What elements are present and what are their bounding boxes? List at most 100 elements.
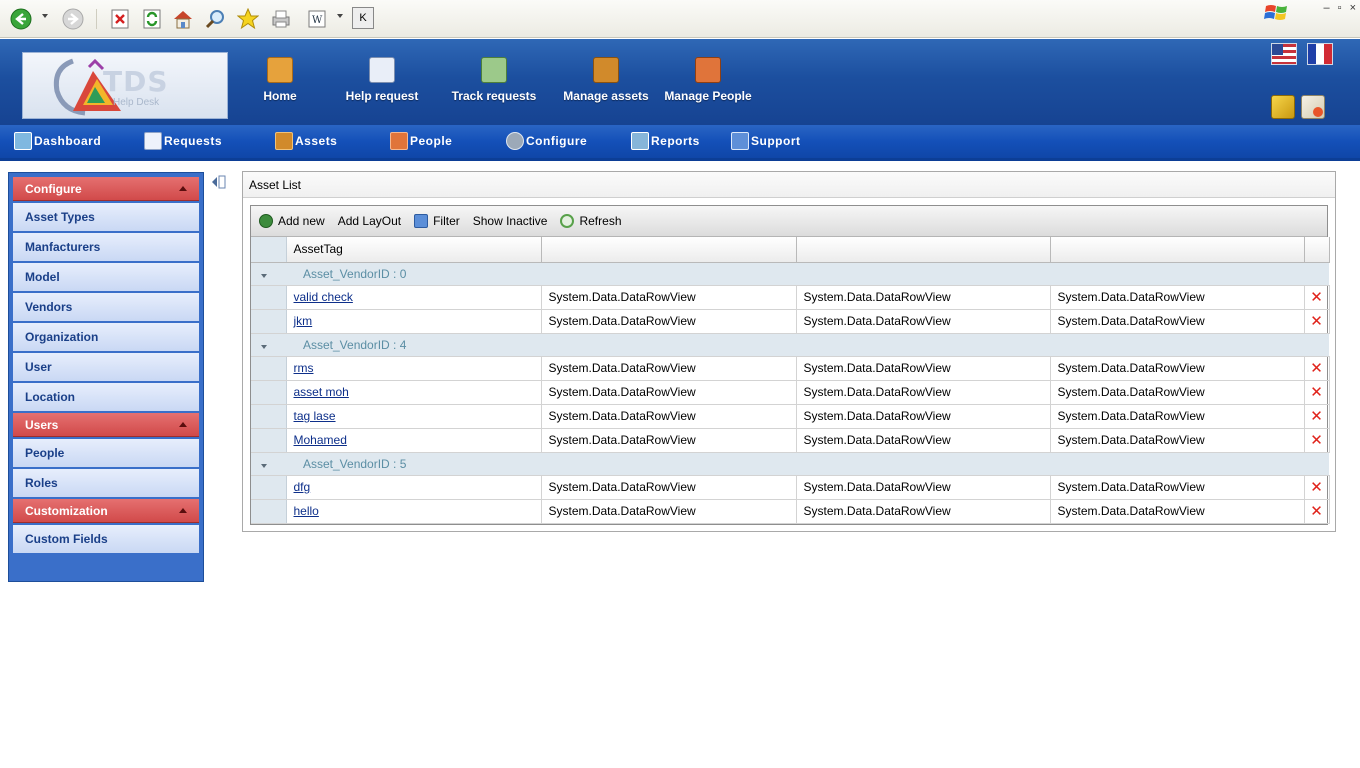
header-help-request[interactable]: Help request (343, 57, 421, 103)
delete-icon[interactable]: ✕ (1304, 499, 1330, 524)
header-track-requests[interactable]: Track requests (450, 57, 538, 103)
close-button[interactable]: × (1350, 2, 1356, 14)
group-row[interactable]: Asset_VendorID : 5 (251, 452, 1329, 476)
filter-button[interactable]: Filter (414, 214, 460, 228)
table-row[interactable]: tag lase System.Data.DataRowView System.… (251, 404, 1330, 429)
nav-dashboard[interactable]: Dashboard (14, 132, 101, 150)
sidebar-item-organization[interactable]: Organization (13, 323, 199, 353)
asset-tag-link[interactable]: hello (294, 504, 319, 518)
asset-tag-link[interactable]: Mohamed (294, 433, 347, 447)
logo-subtitle: Help Desk (113, 97, 160, 108)
favorites-icon[interactable] (236, 7, 260, 31)
show-inactive-button[interactable]: Show Inactive (473, 214, 548, 228)
back-icon[interactable] (9, 7, 33, 31)
nav-requests[interactable]: Requests (144, 132, 222, 150)
delete-icon[interactable]: ✕ (1304, 309, 1330, 334)
asset-tag-cell: jkm (286, 309, 542, 334)
add-new-button[interactable]: Add new (259, 214, 325, 228)
sidebar-item-custom-fields[interactable]: Custom Fields (13, 525, 199, 555)
nav-people[interactable]: People (390, 132, 452, 150)
sidebar-item-vendors[interactable]: Vendors (13, 293, 199, 323)
print-icon[interactable] (269, 7, 293, 31)
asset-tag-link[interactable]: rms (294, 361, 314, 375)
header-manage-people[interactable]: Manage People (664, 57, 752, 103)
french-flag-icon[interactable] (1307, 43, 1333, 65)
asset-tag-cell: Mohamed (286, 428, 542, 453)
restore-button[interactable]: ▫ (1338, 2, 1342, 14)
table-cell: System.Data.DataRowView (1050, 499, 1305, 524)
group-label: Asset_VendorID : 4 (286, 333, 1329, 357)
group-row[interactable]: Asset_VendorID : 0 (251, 262, 1329, 286)
asset-tag-link[interactable]: valid check (294, 290, 353, 304)
group-expand-toggle[interactable] (251, 452, 286, 476)
sidebar-item-manufacturers[interactable]: Manfacturers (13, 233, 199, 263)
column-header-2[interactable] (541, 237, 797, 263)
group-expand-toggle[interactable] (251, 262, 286, 286)
delete-icon[interactable]: ✕ (1304, 428, 1330, 453)
group-expand-toggle[interactable] (251, 333, 286, 357)
header-manage-assets[interactable]: Manage assets (562, 57, 650, 103)
header-home[interactable]: Home (262, 57, 298, 103)
app-logo[interactable]: TDS Help Desk (22, 52, 228, 119)
group-label: Asset_VendorID : 0 (286, 262, 1329, 286)
sidebar-section-customization[interactable]: Customization (13, 499, 199, 523)
sidebar-item-asset-types[interactable]: Asset Types (13, 203, 199, 233)
edit-dropdown-icon[interactable] (337, 14, 343, 18)
delete-icon[interactable]: ✕ (1304, 380, 1330, 405)
asset-tag-link[interactable]: asset moh (294, 385, 349, 399)
column-header-4[interactable] (1050, 237, 1305, 263)
search-icon[interactable] (203, 7, 227, 31)
chevron-down-icon[interactable] (261, 463, 267, 468)
table-row[interactable]: jkm System.Data.DataRowView System.Data.… (251, 309, 1330, 334)
row-gutter (251, 285, 287, 310)
table-row[interactable]: valid check System.Data.DataRowView Syst… (251, 285, 1330, 310)
key-icon[interactable] (1271, 95, 1295, 119)
chevron-down-icon[interactable] (261, 344, 267, 349)
minimize-button[interactable]: – (1324, 2, 1330, 14)
delete-icon[interactable]: ✕ (1304, 404, 1330, 429)
chevron-down-icon[interactable] (261, 273, 267, 278)
sidebar-item-people[interactable]: People (13, 439, 199, 469)
sidebar-item-model[interactable]: Model (13, 263, 199, 293)
sidebar-item-location[interactable]: Location (13, 383, 199, 413)
collapse-sidebar-icon[interactable] (209, 174, 227, 190)
collapse-caret-icon[interactable] (179, 186, 187, 191)
back-dropdown-icon[interactable] (42, 14, 48, 18)
table-row[interactable]: hello System.Data.DataRowView System.Dat… (251, 499, 1330, 524)
stop-icon[interactable] (108, 7, 132, 31)
sidebar-item-user[interactable]: User (13, 353, 199, 383)
delete-icon[interactable]: ✕ (1304, 356, 1330, 381)
edit-icon[interactable]: W (305, 7, 329, 31)
asset-tag-link[interactable]: tag lase (294, 409, 336, 423)
delete-icon[interactable]: ✕ (1304, 475, 1330, 500)
sidebar-section-users[interactable]: Users (13, 413, 199, 437)
add-layout-button[interactable]: Add LayOut (338, 214, 401, 228)
nav-assets[interactable]: Assets (275, 132, 337, 150)
column-header-assettag[interactable]: AssetTag (286, 237, 542, 263)
sidebar-item-roles[interactable]: Roles (13, 469, 199, 499)
collapse-caret-icon[interactable] (179, 508, 187, 513)
k-icon[interactable]: K (352, 7, 374, 29)
nav-support[interactable]: Support (731, 132, 801, 150)
group-row[interactable]: Asset_VendorID : 4 (251, 333, 1329, 357)
home-icon[interactable] (171, 7, 195, 31)
sidebar-section-configure[interactable]: Configure (13, 177, 199, 201)
asset-tag-link[interactable]: jkm (294, 314, 313, 328)
column-header-3[interactable] (796, 237, 1051, 263)
forward-icon[interactable] (61, 7, 85, 31)
nav-configure[interactable]: Configure (506, 132, 587, 150)
table-row[interactable]: Mohamed System.Data.DataRowView System.D… (251, 428, 1330, 453)
delete-icon[interactable]: ✕ (1304, 285, 1330, 310)
collapse-caret-icon[interactable] (179, 422, 187, 427)
table-row[interactable]: asset moh System.Data.DataRowView System… (251, 380, 1330, 405)
nav-reports[interactable]: Reports (631, 132, 700, 150)
refresh-button[interactable]: Refresh (560, 214, 622, 228)
refresh-icon[interactable] (140, 7, 164, 31)
english-flag-icon[interactable] (1271, 43, 1297, 65)
table-row[interactable]: dfg System.Data.DataRowView System.Data.… (251, 475, 1330, 500)
asset-tag-link[interactable]: dfg (294, 480, 311, 494)
row-gutter (251, 404, 287, 429)
table-row[interactable]: rms System.Data.DataRowView System.Data.… (251, 356, 1330, 381)
windows-logo-icon (1264, 2, 1290, 24)
add-user-icon[interactable] (1301, 95, 1325, 119)
